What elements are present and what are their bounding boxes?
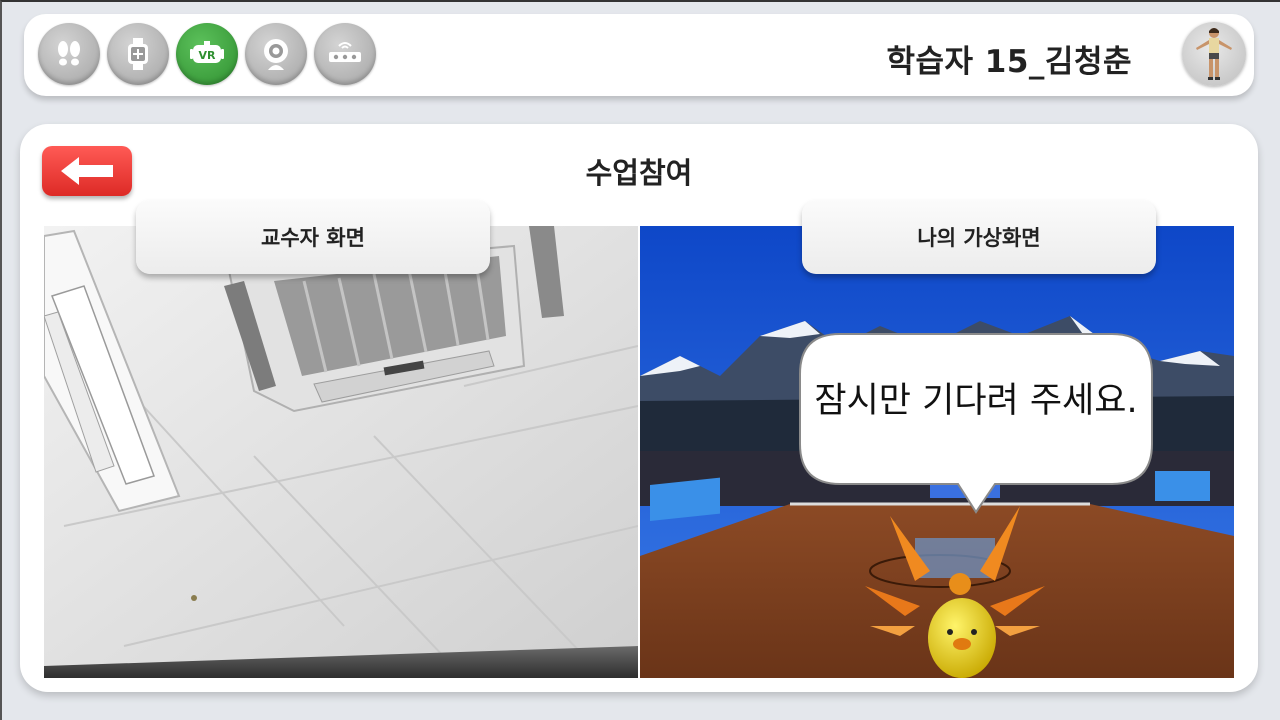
sensor-bar-button[interactable]	[314, 23, 376, 85]
instructor-screen-label: 교수자 화면	[136, 200, 490, 274]
footprints-button[interactable]	[38, 23, 100, 85]
speech-bubble-shape	[799, 333, 1153, 514]
virtual-screen: 잠시만 기다려 주세요.	[640, 226, 1234, 678]
my-virtual-screen-label: 나의 가상화면	[802, 200, 1156, 274]
avatar-character-icon	[1196, 28, 1232, 80]
instructor-camera-feed	[44, 226, 638, 678]
speech-bubble: 잠시만 기다려 주세요.	[799, 333, 1153, 514]
svg-text:VR: VR	[199, 49, 217, 62]
vr-headset-icon: VR	[190, 41, 224, 63]
avatar[interactable]	[1182, 22, 1246, 86]
sensor-bar-icon	[329, 42, 361, 62]
mode-icon-group: VR	[38, 23, 376, 85]
webcam-icon	[264, 39, 288, 70]
learner-name: 학습자 15_김청춘	[886, 44, 1132, 80]
top-bar: VR 학습자 15_김청춘	[24, 14, 1254, 96]
footprints-icon	[58, 41, 80, 66]
speech-bubble-text: 잠시만 기다려 주세요.	[814, 381, 1138, 421]
webcam-button[interactable]	[245, 23, 307, 85]
instructor-screen	[44, 226, 638, 678]
smartwatch-button[interactable]	[107, 23, 169, 85]
video-screens: 잠시만 기다려 주세요.	[44, 226, 1234, 678]
page-title: 수업참여	[585, 156, 693, 190]
smartwatch-icon	[128, 38, 148, 70]
vr-headset-button[interactable]: VR	[176, 23, 238, 85]
